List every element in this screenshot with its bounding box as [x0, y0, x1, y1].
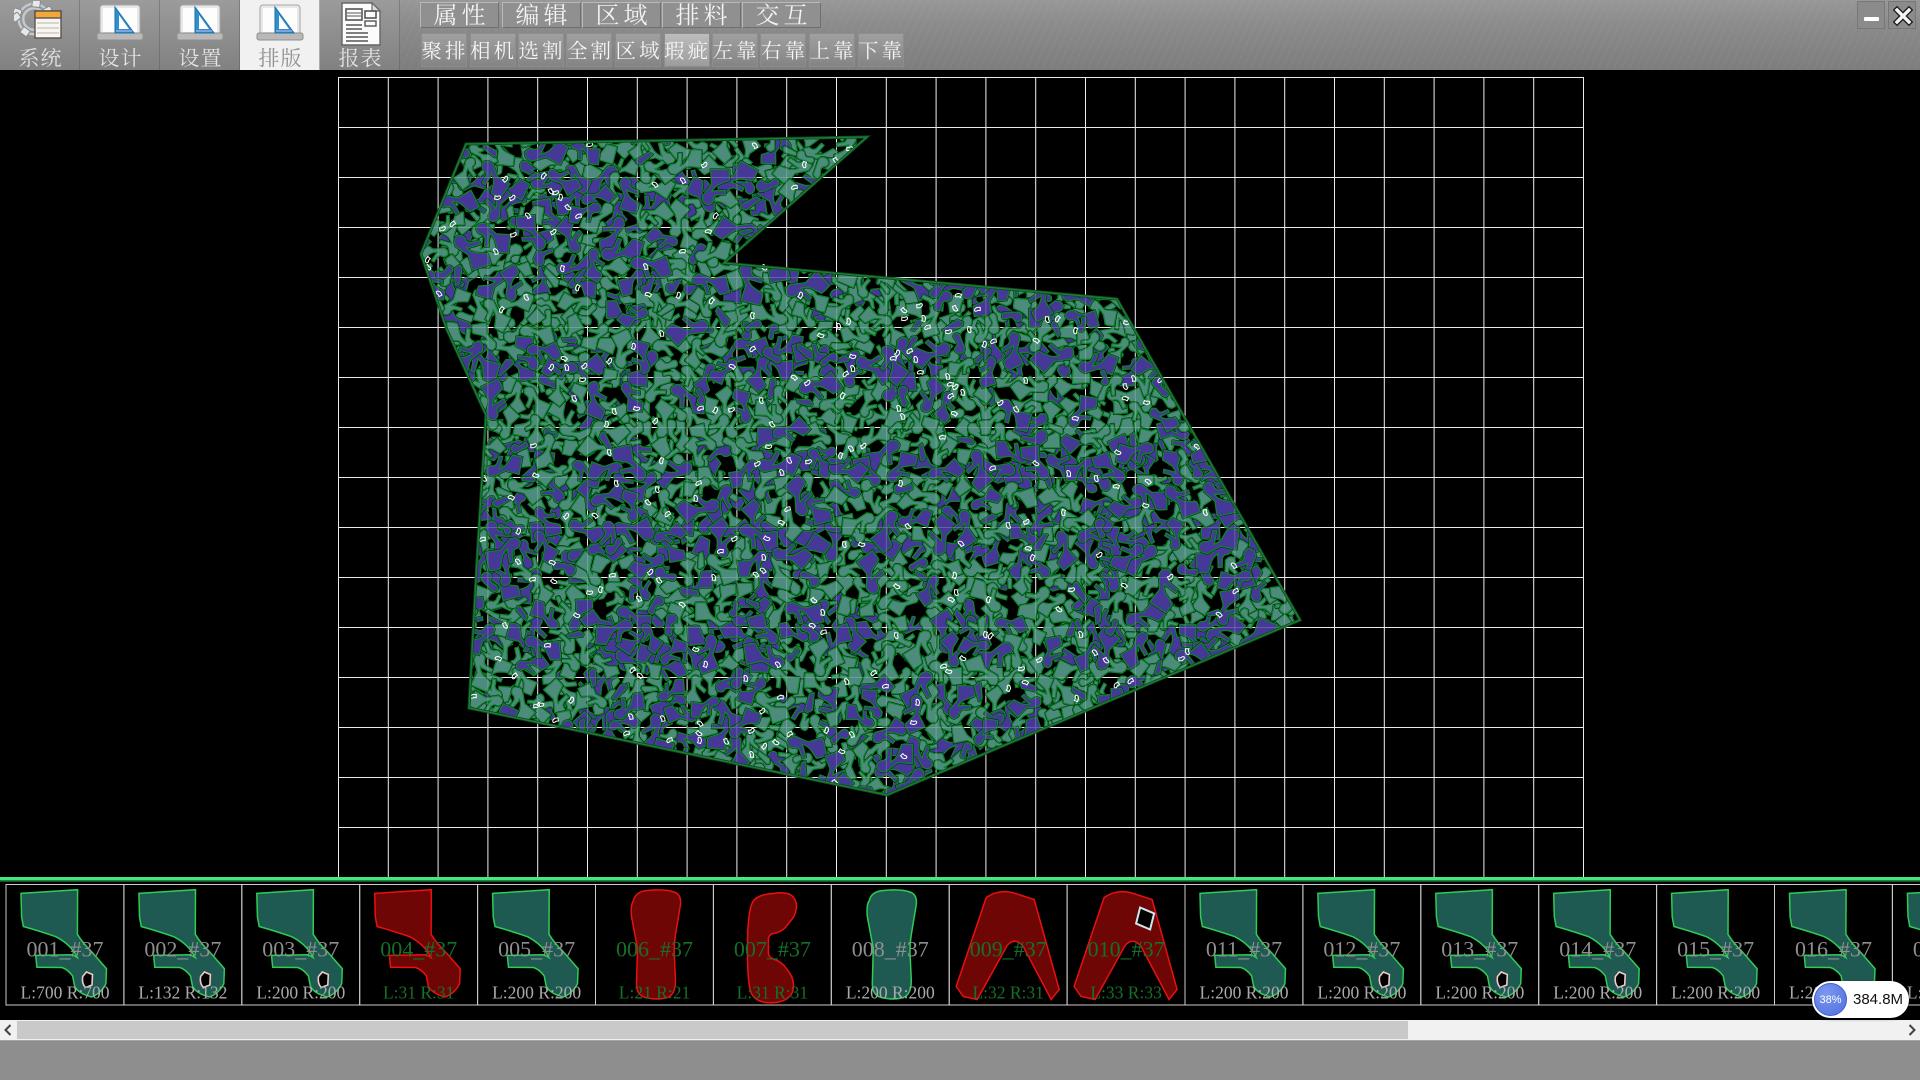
svg-text:004_#37: 004_#37	[380, 937, 457, 962]
svg-text:L:200 R:200: L:200 R:200	[492, 983, 581, 1003]
svg-text:014_#37: 014_#37	[1559, 937, 1636, 962]
svg-text:L:200 R:200: L:200 R:200	[846, 983, 935, 1003]
svg-text:013_#37: 013_#37	[1441, 937, 1518, 962]
svg-text:L:200 R:200: L:200 R:200	[1671, 983, 1760, 1003]
svg-text:L:200 R:200: L:200 R:200	[1200, 983, 1289, 1003]
svg-text:011_#37: 011_#37	[1206, 937, 1282, 962]
svg-text:010_#37: 010_#37	[1088, 937, 1165, 962]
svg-text:017_#37: 017_#37	[1913, 937, 1920, 962]
svg-text:L:200 R:200: L:200 R:200	[1435, 983, 1524, 1003]
svg-text:L:200 R:200: L:200 R:200	[1317, 983, 1406, 1003]
svg-text:005_#37: 005_#37	[498, 937, 575, 962]
svg-text:L:200 R:200: L:200 R:200	[256, 983, 345, 1003]
svg-text:015_#37: 015_#37	[1677, 937, 1754, 962]
svg-text:L:32 R:31: L:32 R:31	[972, 983, 1043, 1003]
svg-text:009_#37: 009_#37	[970, 937, 1047, 962]
svg-text:008_#37: 008_#37	[852, 937, 929, 962]
svg-text:003_#37: 003_#37	[262, 937, 339, 962]
svg-text:L:21 R:21: L:21 R:21	[619, 983, 690, 1003]
svg-text:002_#37: 002_#37	[144, 937, 221, 962]
svg-text:L:200 R:200: L:200 R:200	[1553, 983, 1642, 1003]
svg-text:006_#37: 006_#37	[616, 937, 693, 962]
svg-text:001_#37: 001_#37	[27, 937, 104, 962]
svg-text:007_#37: 007_#37	[734, 937, 811, 962]
svg-text:L:31 R:31: L:31 R:31	[383, 983, 454, 1003]
svg-text:L:700 R:700: L:700 R:700	[21, 983, 110, 1003]
svg-text:016_#37: 016_#37	[1795, 937, 1872, 962]
svg-text:L:132 R:132: L:132 R:132	[138, 983, 227, 1003]
svg-text:L:31 R:31: L:31 R:31	[737, 983, 808, 1003]
svg-text:L:33 R:33: L:33 R:33	[1090, 983, 1162, 1003]
svg-text:012_#37: 012_#37	[1323, 937, 1400, 962]
